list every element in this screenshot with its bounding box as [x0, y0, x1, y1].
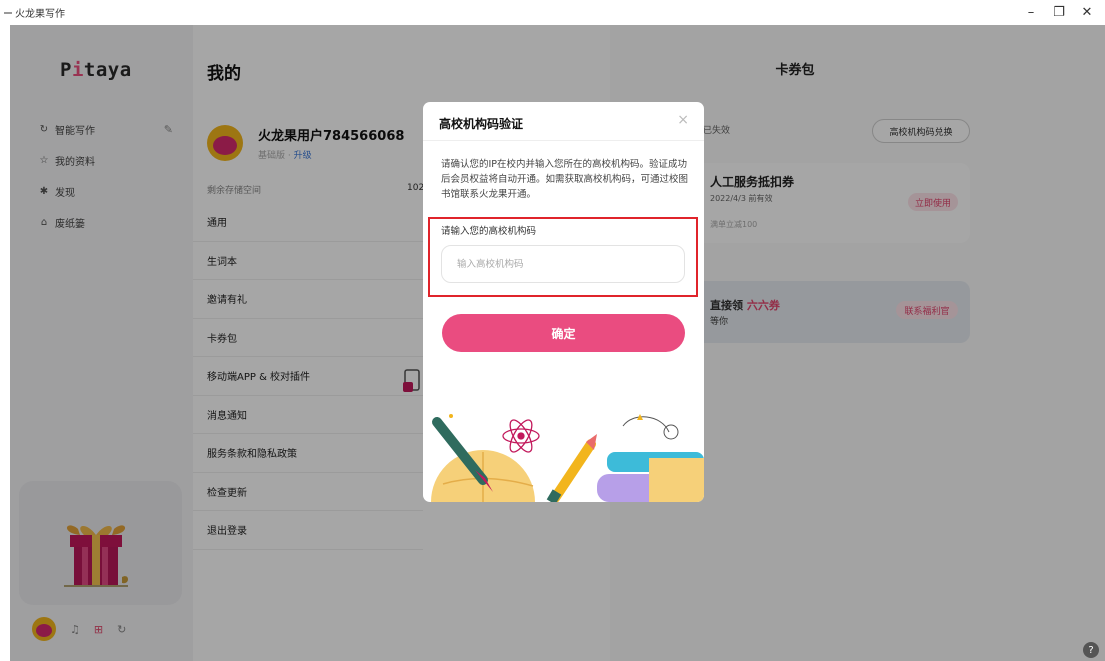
app-icon [4, 11, 12, 14]
dialog-title: 高校机构码验证 [439, 117, 524, 131]
confirm-button[interactable]: 确定 [442, 314, 685, 352]
minimize-button[interactable]: – [1017, 5, 1045, 20]
institution-code-input[interactable] [441, 245, 685, 283]
window-controls: – ❐ ✕ [1017, 0, 1101, 25]
close-window-button[interactable]: ✕ [1073, 5, 1101, 20]
restore-button[interactable]: ❐ [1045, 5, 1073, 20]
education-illustration [431, 414, 704, 502]
window-title: 火龙果写作 [4, 5, 65, 20]
help-button[interactable]: ? [1083, 642, 1099, 658]
institution-code-dialog: 高校机构码验证 × 请确认您的IP在校内并输入您所在的高校机构码。验证成功后会员… [423, 102, 704, 502]
code-field-label: 请输入您的高校机构码 [441, 226, 537, 237]
close-icon[interactable]: × [677, 112, 689, 128]
dialog-description: 请确认您的IP在校内并输入您所在的高校机构码。验证成功后会员权益将自动开通。如需… [441, 159, 689, 200]
window-title-text: 火龙果写作 [15, 9, 65, 20]
title-bar: 火龙果写作 – ❐ ✕ [0, 0, 1105, 25]
dialog-divider [423, 140, 704, 141]
